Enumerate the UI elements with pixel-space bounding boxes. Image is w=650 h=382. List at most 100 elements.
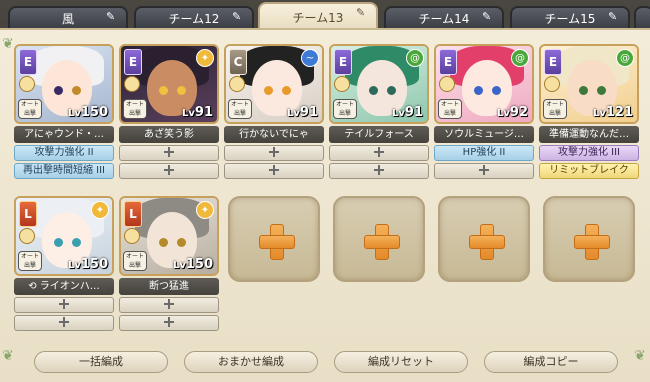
skill-slot-2[interactable] [224,163,324,179]
unit-portrait[interactable]: C ~ オート 出撃 Lv91 [224,44,324,124]
unit-name: 断つ猛進 [119,278,219,295]
add-icon [269,165,279,175]
skill-slot-2[interactable] [434,163,534,179]
rarity-badge: E [124,49,142,75]
level-label: Lv150 [67,105,108,120]
unit-portrait[interactable]: E オート 出撃 Lv150 [14,44,114,124]
tab-team13[interactable]: チーム13 ✎ [258,2,378,30]
tab-team15[interactable]: チーム15 ✎ [510,6,630,28]
pencil-icon[interactable]: ✎ [232,11,244,23]
add-icon [269,147,279,157]
pencil-icon[interactable]: ✎ [106,11,118,23]
add-icon [164,317,174,327]
rarity-badge: E [544,49,562,75]
skill-slot-1[interactable]: HP強化 II [434,145,534,161]
wind-element-icon: @ [406,49,424,67]
pencil-icon[interactable]: ✎ [482,11,494,23]
auto-sortie-badge: オート 出撃 [123,99,147,119]
rarity-badge: L [19,201,37,227]
level-label: Lv91 [287,105,318,120]
skill-slot-1[interactable] [119,297,219,313]
rarity-badge: L [124,201,142,227]
skill-slot-1[interactable] [224,145,324,161]
empty-unit-slot[interactable] [333,196,425,282]
add-icon [164,299,174,309]
auto-sortie-badge: オート 出撃 [438,99,462,119]
unit-portrait[interactable]: E @ オート 出撃 Lv91 [329,44,429,124]
game-screen: 風 ✎ チーム12 ✎ チーム13 ✎ チーム14 ✎ チーム15 ✎ ❦ ❦ … [0,0,650,382]
auto-sortie-badge: オート 出撃 [18,99,42,119]
unit-portrait[interactable]: E ✦ オート 出撃 Lv91 [119,44,219,124]
wind-element-icon: @ [511,49,529,67]
tab-label: チーム14 [418,11,470,26]
skill-slot-2[interactable] [14,315,114,331]
unit-portrait[interactable]: L ✦ オート 出撃 Lv150 [14,196,114,276]
unit-name: 行かないでにゃ [224,126,324,143]
pencil-icon[interactable]: ✎ [608,11,620,23]
formation-copy-button[interactable]: 編成コピー [484,351,618,373]
formation-reset-button[interactable]: 編成リセット [334,351,468,373]
swap-icon: ⟲ [28,281,40,292]
tab-label: チーム12 [168,11,220,26]
unit-portrait[interactable]: E @ オート 出撃 Lv121 [539,44,639,124]
tab-label: 風 [61,11,74,26]
add-icon [59,299,69,309]
unit-card[interactable]: E ✦ オート 出撃 Lv91 あざ笑う影 [119,44,219,179]
role-icon [124,76,140,92]
skill-slot-1[interactable] [119,145,219,161]
skill-slot-1[interactable]: 攻撃力強化 III [539,145,639,161]
tab-overflow[interactable] [634,6,650,28]
add-icon [479,165,489,175]
level-label: Lv150 [172,257,213,272]
auto-sortie-badge: オート 出撃 [543,99,567,119]
add-unit-icon [469,224,505,260]
light-element-icon: ✦ [91,201,109,219]
unit-name: 準備運動なんだ… [539,126,639,143]
empty-unit-slot[interactable] [438,196,530,282]
add-unit-icon [364,224,400,260]
unit-portrait[interactable]: E @ オート 出撃 Lv92 [434,44,534,124]
add-icon [164,165,174,175]
unit-card[interactable]: E @ オート 出撃 Lv91 テイルフォース [329,44,429,179]
add-icon [374,147,384,157]
empty-unit-slot[interactable] [228,196,320,282]
leaf-decoration-icon: ❦ [2,36,14,52]
level-label: Lv91 [182,105,213,120]
role-icon [19,228,35,244]
skill-slot-2[interactable]: 再出撃時間短縮 III [14,163,114,179]
bulk-formation-button[interactable]: 一括編成 [34,351,168,373]
unit-card[interactable]: L ✦ オート 出撃 Lv150 ⟲ ライオンハ… [14,196,114,331]
add-icon [59,317,69,327]
skill-slot-1[interactable]: 攻撃力強化 II [14,145,114,161]
unit-card[interactable]: E @ オート 出撃 Lv121 準備運動なんだ… 攻撃力強化 III リミットブ… [539,44,639,179]
auto-sortie-badge: オート 出撃 [123,251,147,271]
skill-slot-1[interactable] [14,297,114,313]
role-icon [439,76,455,92]
skill-slot-2[interactable] [119,315,219,331]
tab-team14[interactable]: チーム14 ✎ [384,6,504,28]
auto-sortie-badge: オート 出撃 [18,251,42,271]
auto-formation-button[interactable]: おまかせ編成 [184,351,318,373]
unit-card[interactable]: E @ オート 出撃 Lv92 ソウルミュージ… HP強化 II [434,44,534,179]
water-element-icon: ~ [301,49,319,67]
skill-slot-2[interactable] [329,163,429,179]
unit-card[interactable]: C ~ オート 出撃 Lv91 行かないでにゃ [224,44,324,179]
tab-label: チーム13 [292,10,344,25]
tab-wind[interactable]: 風 ✎ [8,6,128,28]
pencil-icon[interactable]: ✎ [356,7,368,19]
skill-slot-1[interactable] [329,145,429,161]
unit-name: テイルフォース [329,126,429,143]
light-element-icon: ✦ [196,49,214,67]
tab-team12[interactable]: チーム12 ✎ [134,6,254,28]
rarity-badge: C [229,49,247,75]
skill-slot-2[interactable]: リミットブレイク [539,163,639,179]
skill-slot-2[interactable] [119,163,219,179]
level-label: Lv91 [392,105,423,120]
unit-portrait[interactable]: L ✦ オート 出撃 Lv150 [119,196,219,276]
unit-card[interactable]: E オート 出撃 Lv150 アにゃウンド・… 攻撃力強化 II 再出撃時間短縮 … [14,44,114,179]
level-label: Lv92 [497,105,528,120]
unit-card[interactable]: L ✦ オート 出撃 Lv150 断つ猛進 [119,196,219,331]
add-icon [374,165,384,175]
role-icon [544,76,560,92]
empty-unit-slot[interactable] [543,196,635,282]
